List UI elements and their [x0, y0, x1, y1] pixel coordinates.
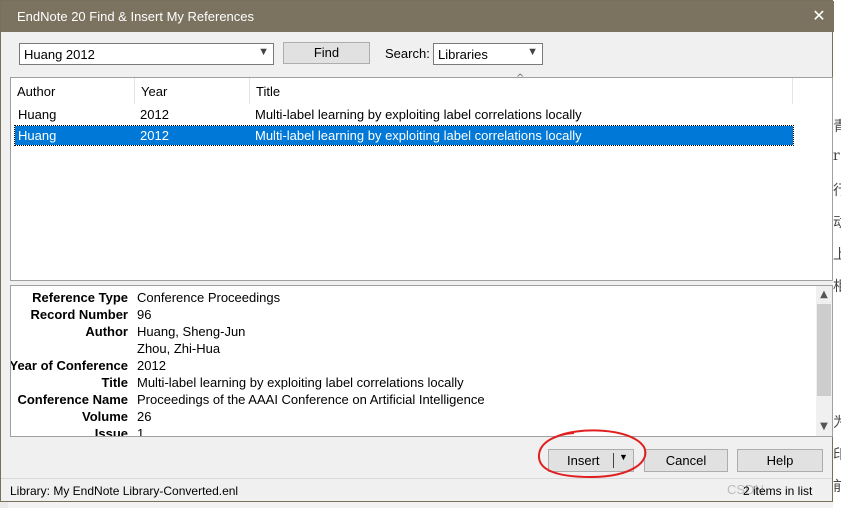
- search-scope-value: Libraries: [438, 47, 488, 62]
- help-button[interactable]: Help: [737, 449, 823, 472]
- field-label: Conference Name: [17, 392, 128, 407]
- field-value: Multi-label learning by exploiting label…: [137, 375, 464, 390]
- field-label: Volume: [82, 409, 128, 424]
- row-author: Huang: [18, 107, 57, 122]
- background-char: 相: [833, 279, 841, 295]
- background-char: （: [833, 356, 841, 376]
- red-circle-annotation: [537, 429, 647, 479]
- field-label: Issue: [94, 426, 128, 437]
- background-char: r: [833, 148, 840, 164]
- background-char: 动: [833, 215, 841, 231]
- field-value: Conference Proceedings: [137, 290, 281, 305]
- column-header-author[interactable]: Author: [11, 78, 135, 104]
- row-year: 2012: [140, 128, 169, 143]
- field-label: Title: [101, 375, 129, 390]
- find-insert-dialog: EndNote 20 Find & Insert My References ✕…: [0, 0, 834, 502]
- scroll-up-icon[interactable]: ▲: [817, 287, 831, 303]
- scrollbar-thumb[interactable]: [817, 304, 831, 396]
- chevron-down-icon[interactable]: ▼: [527, 46, 538, 58]
- library-status: Library: My EndNote Library-Converted.en…: [10, 484, 239, 498]
- title-bar[interactable]: EndNote 20 Find & Insert My References ✕: [1, 1, 834, 32]
- reference-preview: Reference Type Conference Proceedings Re…: [10, 285, 833, 437]
- table-row[interactable]: Huang 2012 Multi-label learning by explo…: [15, 105, 793, 124]
- close-button[interactable]: ✕: [809, 6, 829, 26]
- sort-ascending-icon: ^: [516, 73, 525, 84]
- items-count: 2 items in list: [743, 484, 813, 498]
- row-title: Multi-label learning by exploiting label…: [255, 107, 582, 122]
- search-query-text: Huang 2012: [24, 47, 95, 62]
- status-divider: [1, 478, 832, 479]
- field-value: Huang, Sheng-Jun: [137, 324, 246, 339]
- field-value: Proceedings of the AAAI Conference on Ar…: [137, 392, 485, 407]
- row-title: Multi-label learning by exploiting label…: [255, 128, 582, 143]
- background-char: 前: [833, 479, 841, 495]
- search-input[interactable]: Huang 2012 ▼: [19, 43, 274, 65]
- search-scope-label: Search:: [385, 46, 430, 61]
- window-title: EndNote 20 Find & Insert My References: [17, 9, 255, 24]
- background-char: 为: [833, 415, 841, 431]
- background-char: 印: [833, 447, 841, 463]
- row-year: 2012: [140, 107, 169, 122]
- reference-list[interactable]: Author Year Title ^ Huang 2012 Multi-lab…: [10, 73, 833, 281]
- field-value: Zhou, Zhi-Hua: [137, 341, 221, 356]
- field-value: 1: [137, 426, 145, 437]
- table-row-selected[interactable]: Huang 2012 Multi-label learning by explo…: [14, 125, 794, 146]
- background-document-right: 青 r 行 动 上 相 （ 为 印 前: [833, 0, 841, 508]
- field-label: Reference Type: [32, 290, 128, 305]
- search-scope-select[interactable]: Libraries ▼: [433, 43, 543, 65]
- field-value: 2012: [137, 358, 166, 373]
- background-char: 青: [833, 119, 841, 135]
- background-char: 上: [833, 247, 841, 263]
- field-label: Author: [85, 324, 128, 339]
- cancel-button[interactable]: Cancel: [644, 449, 728, 472]
- field-value: 96: [137, 307, 152, 322]
- column-header-year[interactable]: Year: [135, 78, 250, 104]
- field-value: 26: [137, 409, 152, 424]
- background-char: 行: [833, 183, 841, 199]
- row-author: Huang: [18, 128, 57, 143]
- scroll-down-icon[interactable]: ▼: [817, 419, 831, 435]
- find-button[interactable]: Find: [283, 42, 370, 64]
- field-label: Year of Conference: [10, 358, 128, 373]
- field-label: Record Number: [30, 307, 128, 322]
- chevron-down-icon[interactable]: ▼: [258, 46, 269, 58]
